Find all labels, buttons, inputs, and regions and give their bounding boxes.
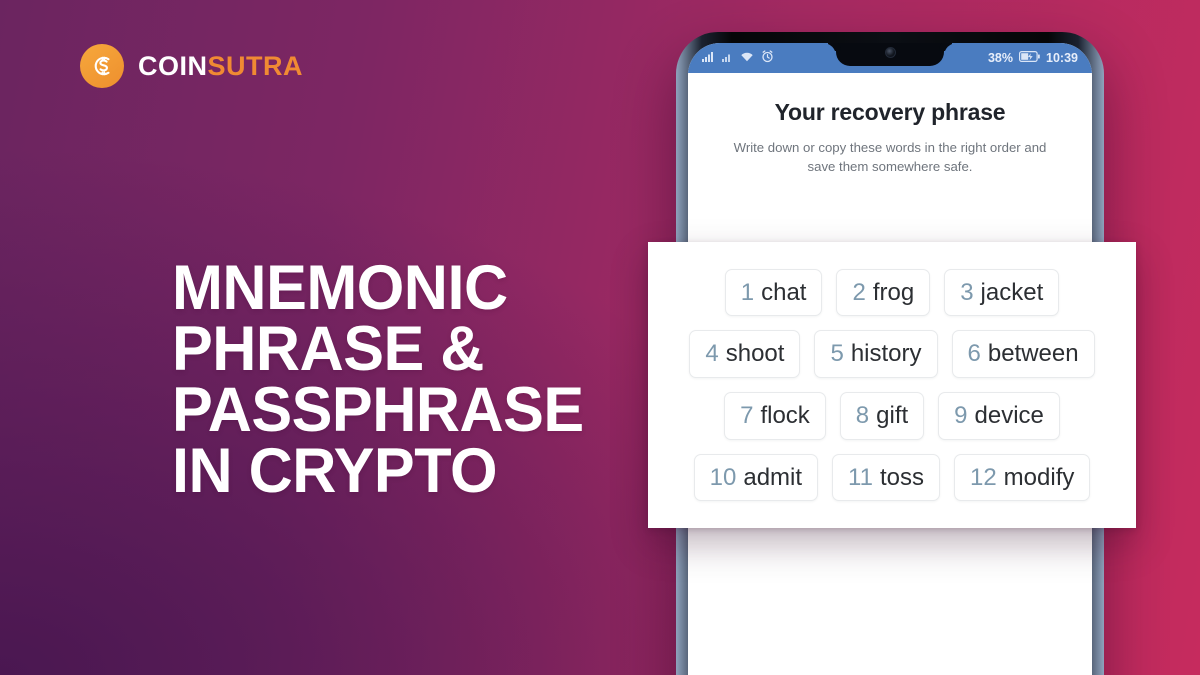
alarm-clock-icon	[761, 50, 774, 66]
recovery-word-index: 12	[969, 463, 997, 491]
brand-logo: COINSUTRA	[80, 44, 303, 88]
recovery-word-index: 6	[967, 340, 981, 368]
recovery-word-text: shoot	[725, 340, 785, 368]
recovery-word-chip[interactable]: 3 jacket	[944, 268, 1060, 317]
recovery-word-index: 7	[740, 402, 754, 429]
recovery-word-text: flock	[760, 402, 810, 429]
headline-line-4: IN CRYPTO	[172, 436, 498, 507]
brand-name-part1: COIN	[138, 50, 208, 81]
recovery-phrase-title: Your recovery phrase	[774, 99, 1006, 125]
recovery-word-index: 2	[852, 278, 866, 306]
recovery-word-index: 4	[705, 340, 719, 368]
word-row: 10 admit 11 toss 12 modify	[668, 453, 1116, 502]
recovery-word-index: 8	[855, 402, 870, 429]
recovery-word-chip[interactable]: 11 toss	[832, 453, 940, 502]
recovery-word-chip[interactable]: 12 modify	[953, 453, 1091, 502]
recovery-word-text: gift	[876, 402, 909, 429]
recovery-word-text: admit	[743, 463, 803, 491]
word-row: 1 chat 2 frog 3 jacket	[668, 268, 1116, 317]
phone-notch	[836, 43, 944, 66]
recovery-word-chip[interactable]: 4 shoot	[689, 330, 801, 378]
recovery-word-text: history	[850, 340, 922, 368]
wifi-icon	[740, 51, 754, 65]
recovery-word-chip[interactable]: 5 history	[814, 330, 938, 378]
brand-name: COINSUTRA	[138, 50, 303, 81]
recovery-phrase-screen: Your recovery phrase Write down or copy …	[688, 73, 1092, 176]
recovery-word-text: modify	[1003, 463, 1075, 491]
signal-bars-secondary-icon	[722, 51, 733, 65]
recovery-word-text: chat	[761, 278, 807, 306]
status-bar-right-icons: 38% 10:39	[988, 51, 1078, 65]
recovery-word-index: 10	[709, 463, 737, 491]
recovery-word-index: 3	[960, 278, 974, 306]
recovery-word-text: frog	[872, 278, 915, 306]
recovery-word-index: 11	[848, 463, 873, 491]
recovery-word-text: jacket	[980, 278, 1044, 306]
front-camera-icon	[884, 47, 896, 58]
clock-time-label: 10:39	[1046, 51, 1078, 65]
recovery-word-chip[interactable]: 1 chat	[724, 268, 823, 317]
word-row: 7 flock 8 gift 9 device	[668, 392, 1116, 440]
battery-percent-label: 38%	[987, 51, 1014, 65]
recovery-word-chip[interactable]: 7 flock	[724, 392, 826, 440]
headline-line-2: PHRASE &	[172, 314, 484, 385]
signal-bars-icon	[702, 51, 715, 65]
coin-dollar-icon	[80, 44, 124, 88]
headline-line-3: PASSPHRASE	[172, 375, 584, 446]
recovery-word-chip[interactable]: 9 device	[938, 392, 1060, 440]
recovery-phrase-subtitle: Write down or copy these words in the ri…	[733, 140, 1047, 174]
battery-charging-icon	[1019, 51, 1040, 65]
promo-graphic: COINSUTRA MNEMONIC PHRASE & PASSPHRASE I…	[0, 0, 1200, 675]
phone-status-bar: 38% 10:39	[688, 43, 1092, 73]
recovery-word-index: 5	[830, 340, 844, 368]
recovery-word-chip[interactable]: 10 admit	[693, 453, 819, 502]
recovery-word-index: 9	[954, 402, 968, 429]
recovery-word-text: toss	[879, 463, 924, 491]
recovery-word-index: 1	[740, 278, 755, 306]
recovery-word-text: between	[987, 340, 1079, 368]
recovery-word-chip[interactable]: 8 gift	[839, 392, 925, 440]
brand-name-part2: SUTRA	[207, 50, 303, 81]
headline-line-1: MNEMONIC	[172, 253, 508, 323]
recovery-word-chip[interactable]: 2 frog	[836, 268, 931, 317]
page-title: MNEMONIC PHRASE & PASSPHRASE IN CRYPTO	[172, 253, 584, 507]
recovery-word-chip[interactable]: 6 between	[951, 330, 1095, 378]
status-bar-left-icons	[702, 50, 774, 66]
word-row: 4 shoot 5 history 6 between	[668, 330, 1116, 378]
recovery-word-text: device	[974, 402, 1044, 429]
recovery-words-card: 1 chat 2 frog 3 jacket 4 shoot 5 history 6 between…	[648, 242, 1136, 528]
